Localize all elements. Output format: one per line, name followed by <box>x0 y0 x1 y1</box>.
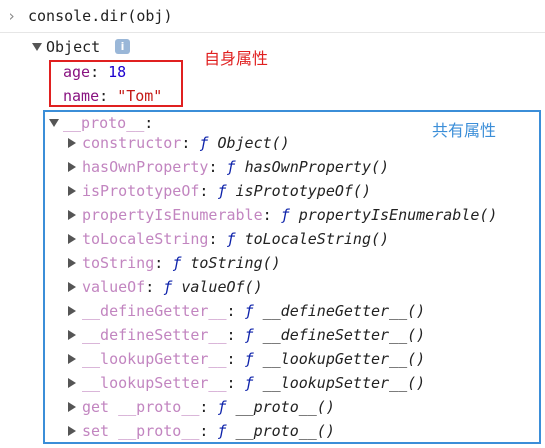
function-glyph: ƒ <box>226 230 236 248</box>
proto-item-function: __proto__() <box>235 398 335 416</box>
proto-item-separator: : <box>262 206 281 224</box>
own-properties-annotation: 自身属性 <box>204 49 269 68</box>
expand-item-toggle-icon[interactable] <box>68 186 76 196</box>
prop-value: 18 <box>108 63 127 81</box>
prop-key: name <box>63 87 100 105</box>
prop-value: "Tom" <box>117 87 163 105</box>
proto-item-function: __proto__() <box>235 422 335 440</box>
expand-item-toggle-icon[interactable] <box>68 258 76 268</box>
proto-item-key: __lookupGetter__ <box>82 350 227 368</box>
proto-item-separator: : <box>226 374 245 392</box>
proto-item-key: valueOf <box>82 278 146 296</box>
function-glyph: ƒ <box>217 422 227 440</box>
function-glyph: ƒ <box>244 326 254 344</box>
expand-item-toggle-icon[interactable] <box>68 234 76 244</box>
expand-item-toggle-icon[interactable] <box>68 378 76 388</box>
proto-item-constructor[interactable]: constructor: ƒ Object() <box>82 131 290 155</box>
expand-item-toggle-icon[interactable] <box>68 330 76 340</box>
own-prop-age: age: 18 <box>63 60 126 84</box>
proto-item-hasownproperty[interactable]: hasOwnProperty: ƒ hasOwnProperty() <box>82 155 389 179</box>
proto-item-lookupsetter[interactable]: __lookupSetter__: ƒ __lookupSetter__() <box>82 371 425 395</box>
expand-object-toggle-icon[interactable] <box>32 43 42 51</box>
info-icon[interactable]: i <box>115 39 130 54</box>
proto-item-function: __lookupSetter__() <box>262 374 426 392</box>
console-command: console.dir(obj) <box>28 7 173 25</box>
proto-item-valueof[interactable]: valueOf: ƒ valueOf() <box>82 275 263 299</box>
proto-item-function: toString() <box>190 254 281 272</box>
proto-item-function: valueOf() <box>181 278 263 296</box>
proto-label: __proto__ <box>63 114 145 132</box>
proto-item-separator: : <box>226 350 245 368</box>
proto-item-function: toLocaleString() <box>244 230 390 248</box>
proto-item-key: hasOwnProperty <box>82 158 209 176</box>
proto-item-separator: : <box>154 254 173 272</box>
proto-item-definesetter[interactable]: __defineSetter__: ƒ __defineSetter__() <box>82 323 425 347</box>
prompt-chevron-icon: › <box>7 7 17 25</box>
proto-item-separator: : <box>199 182 218 200</box>
own-prop-name: name: "Tom" <box>63 84 162 108</box>
proto-item-key: __lookupSetter__ <box>82 374 227 392</box>
function-glyph: ƒ <box>244 350 254 368</box>
proto-item-function: __defineSetter__() <box>262 326 426 344</box>
function-glyph: ƒ <box>217 398 227 416</box>
proto-item-key: __defineSetter__ <box>82 326 227 344</box>
proto-item-set-proto[interactable]: set __proto__: ƒ __proto__() <box>82 419 335 443</box>
function-glyph: ƒ <box>244 302 254 320</box>
function-glyph: ƒ <box>163 278 173 296</box>
expand-item-toggle-icon[interactable] <box>68 282 76 292</box>
proto-item-isprototypeof[interactable]: isPrototypeOf: ƒ isPrototypeOf() <box>82 179 371 203</box>
prop-separator: : <box>99 87 118 105</box>
proto-item-lookupgetter[interactable]: __lookupGetter__: ƒ __lookupGetter__() <box>82 347 425 371</box>
proto-item-separator: : <box>199 422 218 440</box>
proto-item-get-proto[interactable]: get __proto__: ƒ __proto__() <box>82 395 335 419</box>
proto-item-function: isPrototypeOf() <box>235 182 371 200</box>
function-glyph: ƒ <box>244 374 254 392</box>
proto-item-function: __lookupGetter__() <box>262 350 426 368</box>
proto-item-separator: : <box>226 326 245 344</box>
expand-item-toggle-icon[interactable] <box>68 306 76 316</box>
proto-item-key: set __proto__ <box>82 422 200 440</box>
proto-item-separator: : <box>181 134 200 152</box>
proto-item-function: __defineGetter__() <box>262 302 426 320</box>
proto-item-key: constructor <box>82 134 182 152</box>
expand-item-toggle-icon[interactable] <box>68 138 76 148</box>
function-glyph: ƒ <box>217 182 227 200</box>
function-glyph: ƒ <box>199 134 209 152</box>
shared-properties-annotation: 共有属性 <box>432 121 497 140</box>
console-divider <box>0 32 545 33</box>
proto-item-function: propertyIsEnumerable() <box>298 206 498 224</box>
proto-item-function: Object() <box>217 134 290 152</box>
function-glyph: ƒ <box>280 206 290 224</box>
proto-item-separator: : <box>199 398 218 416</box>
function-glyph: ƒ <box>172 254 182 272</box>
proto-item-separator: : <box>226 302 245 320</box>
expand-item-toggle-icon[interactable] <box>68 402 76 412</box>
expand-item-toggle-icon[interactable] <box>68 426 76 436</box>
expand-item-toggle-icon[interactable] <box>68 162 76 172</box>
proto-item-propertyisenumerable[interactable]: propertyIsEnumerable: ƒ propertyIsEnumer… <box>82 203 497 227</box>
proto-item-separator: : <box>208 230 227 248</box>
prop-separator: : <box>90 63 109 81</box>
proto-item-separator: : <box>145 278 164 296</box>
expand-item-toggle-icon[interactable] <box>68 210 76 220</box>
expand-item-toggle-icon[interactable] <box>68 354 76 364</box>
proto-item-key: toString <box>82 254 155 272</box>
proto-item-separator: : <box>208 158 227 176</box>
proto-item-key: isPrototypeOf <box>82 182 200 200</box>
proto-item-key: __defineGetter__ <box>82 302 227 320</box>
proto-item-definegetter[interactable]: __defineGetter__: ƒ __defineGetter__() <box>82 299 425 323</box>
proto-item-key: propertyIsEnumerable <box>82 206 263 224</box>
function-glyph: ƒ <box>226 158 236 176</box>
proto-item-function: hasOwnProperty() <box>244 158 390 176</box>
proto-item-tolocalestring[interactable]: toLocaleString: ƒ toLocaleString() <box>82 227 389 251</box>
proto-item-key: get __proto__ <box>82 398 200 416</box>
expand-proto-toggle-icon[interactable] <box>49 119 59 127</box>
object-label[interactable]: Object <box>46 35 100 59</box>
prop-key: age <box>63 63 91 81</box>
proto-item-key: toLocaleString <box>82 230 209 248</box>
proto-separator: : <box>144 114 154 132</box>
proto-item-tostring[interactable]: toString: ƒ toString() <box>82 251 281 275</box>
